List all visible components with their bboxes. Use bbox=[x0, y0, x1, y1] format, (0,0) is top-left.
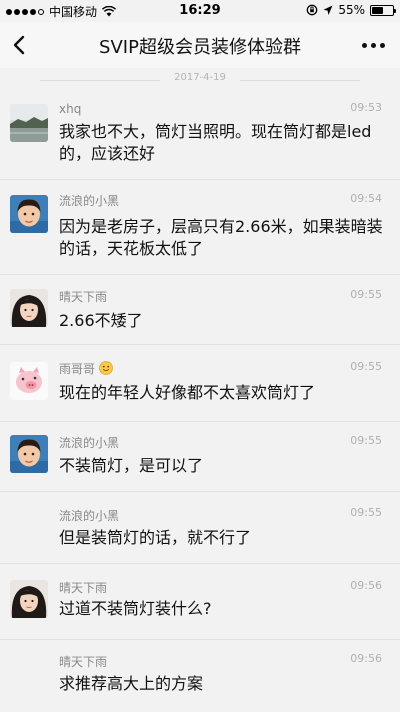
boy-avatar-icon bbox=[10, 195, 48, 233]
rotation-lock-icon bbox=[306, 4, 318, 16]
avatar[interactable] bbox=[10, 104, 48, 142]
more-dot-icon bbox=[361, 42, 367, 48]
boy-avatar-icon bbox=[10, 435, 48, 473]
message-text: 过道不装筒灯装什么? bbox=[59, 599, 212, 618]
message-text: 2.66不矮了 bbox=[59, 311, 143, 330]
message-time: 09:54 bbox=[350, 192, 382, 205]
more-dot-icon bbox=[379, 42, 385, 48]
message-time: 09:55 bbox=[350, 506, 382, 519]
chat-message: 流浪的小黑 09:55 不装筒灯，是可以了 bbox=[0, 422, 400, 492]
sender-name-label: 雨哥哥 bbox=[59, 362, 96, 376]
status-right: 55% bbox=[306, 3, 396, 17]
avatar[interactable] bbox=[10, 362, 48, 400]
girl-avatar-icon bbox=[10, 289, 48, 327]
chat-message: 晴天下雨 09:56 过道不装筒灯装什么? bbox=[0, 564, 400, 640]
pig-avatar-icon bbox=[10, 362, 48, 400]
battery-icon bbox=[370, 4, 396, 16]
chevron-left-icon bbox=[13, 35, 25, 55]
chat-message: 流浪的小黑 09:54 因为是老房子，层高只有2.66米，如果装暗装的话，天花板… bbox=[0, 180, 400, 275]
sender-name: 晴天下雨 bbox=[59, 290, 108, 304]
chat-message: 晴天下雨 09:55 2.66不矮了 bbox=[0, 275, 400, 345]
status-bar: 中国移动 16:29 55% bbox=[0, 0, 400, 22]
girl-avatar-icon bbox=[10, 580, 48, 618]
avatar[interactable] bbox=[10, 580, 48, 618]
chat-message: xhq 09:53 我家也不大，筒灯当照明。现在筒灯都是led的，应该还好 bbox=[0, 92, 400, 180]
message-text: 我家也不大，筒灯当照明。现在筒灯都是led的，应该还好 bbox=[59, 122, 372, 163]
nav-bar: SVIP超级会员装修体验群 bbox=[0, 22, 400, 68]
avatar[interactable] bbox=[10, 195, 48, 233]
sender-name: 流浪的小黑 bbox=[59, 194, 120, 208]
back-button[interactable] bbox=[6, 28, 40, 62]
avatar[interactable] bbox=[10, 435, 48, 473]
message-text: 但是装筒灯的话，就不行了 bbox=[59, 528, 252, 547]
sender-name: 雨哥哥 bbox=[59, 360, 113, 377]
battery-percent: 55% bbox=[338, 3, 365, 17]
chat-message: 晴天下雨 09:56 求推荐高大上的方案 bbox=[0, 640, 400, 712]
date-separator: 2017-4-19 bbox=[0, 72, 400, 83]
message-time: 09:55 bbox=[350, 434, 382, 447]
sender-name: 流浪的小黑 bbox=[59, 436, 120, 450]
landscape-avatar-icon bbox=[10, 104, 48, 142]
message-time: 09:55 bbox=[350, 360, 382, 373]
avatar[interactable] bbox=[10, 289, 48, 327]
message-text: 求推荐高大上的方案 bbox=[59, 674, 204, 693]
more-dot-icon bbox=[370, 42, 376, 48]
sender-name: 流浪的小黑 bbox=[59, 509, 120, 523]
chat-message: 雨哥哥 09:55 现在的年轻人好像都不太喜欢筒灯了 bbox=[0, 345, 400, 422]
chat-title: SVIP超级会员装修体验群 bbox=[99, 37, 301, 58]
smile-emoji-icon bbox=[98, 361, 113, 375]
chat-message: 流浪的小黑 09:55 但是装筒灯的话，就不行了 bbox=[0, 492, 400, 564]
sender-name: 晴天下雨 bbox=[59, 655, 108, 669]
message-time: 09:55 bbox=[350, 288, 382, 301]
message-text: 因为是老房子，层高只有2.66米，如果装暗装的话，天花板太低了 bbox=[59, 217, 383, 258]
message-time: 09:56 bbox=[350, 579, 382, 592]
message-text: 现在的年轻人好像都不太喜欢筒灯了 bbox=[59, 383, 316, 402]
message-text: 不装筒灯，是可以了 bbox=[59, 456, 204, 475]
battery-level bbox=[372, 6, 383, 14]
more-button[interactable] bbox=[356, 32, 390, 58]
location-arrow-icon bbox=[323, 5, 333, 15]
message-time: 09:53 bbox=[350, 101, 382, 114]
message-time: 09:56 bbox=[350, 652, 382, 665]
sender-name: xhq bbox=[59, 102, 82, 116]
sender-name: 晴天下雨 bbox=[59, 581, 108, 595]
